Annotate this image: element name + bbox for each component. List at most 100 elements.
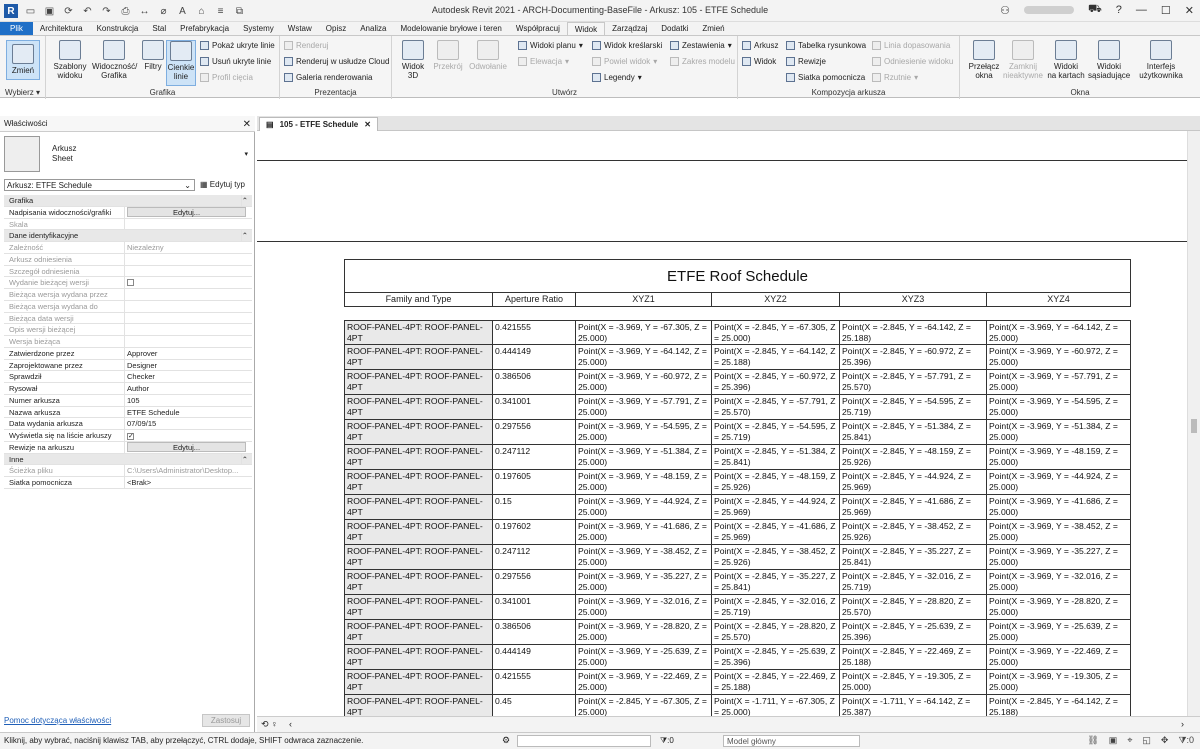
maximize-icon[interactable]: ☐ xyxy=(1161,4,1171,17)
schedule-cell[interactable]: Point(X = -3.969, Y = -25.639, Z = 25.00… xyxy=(576,645,712,669)
sheet-button[interactable]: Arkusz xyxy=(742,41,778,50)
schedule-cell[interactable]: Point(X = -3.969, Y = -60.972, Z = 25.00… xyxy=(987,345,1130,369)
guide-grid-button[interactable]: Siatka pomocnicza xyxy=(786,73,865,82)
user-account[interactable] xyxy=(1023,6,1074,14)
schedule-cell[interactable]: Point(X = -3.969, Y = -48.159, Z = 25.00… xyxy=(576,470,712,494)
schedule-cell[interactable]: ROOF-PANEL-4PT: ROOF-PANEL-4PT xyxy=(345,695,493,716)
schedule-cell[interactable]: 0.197602 xyxy=(493,520,576,544)
schedule-cell[interactable]: 0.247112 xyxy=(493,545,576,569)
schedule-cell[interactable]: Point(X = -2.845, Y = -28.820, Z = 25.57… xyxy=(840,595,987,619)
schedule-cell[interactable]: Point(X = -3.969, Y = -22.469, Z = 25.00… xyxy=(987,645,1130,669)
edit-type-button[interactable]: ▦ Edytuj typ xyxy=(200,179,245,191)
tab-11[interactable]: Widok xyxy=(566,22,606,35)
schedule-cell[interactable]: ROOF-PANEL-4PT: ROOF-PANEL-4PT xyxy=(345,620,493,644)
tab-9[interactable]: Modelowanie bryłowe i teren xyxy=(393,22,508,35)
schedule-table[interactable]: ETFE Roof Schedule Family and Type Apertu… xyxy=(344,259,1131,716)
schedule-cell[interactable]: ROOF-PANEL-4PT: ROOF-PANEL-4PT xyxy=(345,570,493,594)
close-icon[interactable]: ✕ xyxy=(1185,4,1194,17)
schedule-cell[interactable]: Point(X = -2.845, Y = -25.639, Z = 25.39… xyxy=(712,645,840,669)
schedule-cell[interactable]: Point(X = -3.969, Y = -32.016, Z = 25.00… xyxy=(987,570,1130,594)
drafting-view-button[interactable]: Widok kreślarski xyxy=(592,41,662,50)
schedule-cell[interactable]: Point(X = -2.845, Y = -51.384, Z = 25.84… xyxy=(712,445,840,469)
tab-views-button[interactable]: Widoki na kartach xyxy=(1046,40,1086,80)
schedule-cell[interactable]: Point(X = -3.969, Y = -32.016, Z = 25.00… xyxy=(576,595,712,619)
schedule-cell[interactable]: ROOF-PANEL-4PT: ROOF-PANEL-4PT xyxy=(345,520,493,544)
property-value[interactable]: Checker xyxy=(127,372,155,381)
schedule-row[interactable]: ROOF-PANEL-4PT: ROOF-PANEL-4PT 0.247112 Po… xyxy=(344,445,1131,470)
schedule-cell[interactable]: Point(X = -3.969, Y = -44.924, Z = 25.00… xyxy=(987,470,1130,494)
edit-button[interactable]: Edytuj... xyxy=(127,206,246,217)
tab-12[interactable]: Zarządzaj xyxy=(605,22,654,35)
schedule-cell[interactable]: 0.297556 xyxy=(493,570,576,594)
schedule-cell[interactable]: 0.386506 xyxy=(493,370,576,394)
scope-box-button[interactable]: Zakres modelu xyxy=(670,57,735,66)
instance-filter-select[interactable]: Arkusz: ETFE Schedule ⌄ xyxy=(4,179,195,191)
legends-button[interactable]: Legendy ▾ xyxy=(592,73,642,82)
schedule-cell[interactable]: ROOF-PANEL-4PT: ROOF-PANEL-4PT xyxy=(345,345,493,369)
schedule-cell[interactable]: 0.15 xyxy=(493,495,576,519)
tab-13[interactable]: Dodatki xyxy=(654,22,695,35)
category-label[interactable]: Dane identyfikacyjne xyxy=(4,230,242,241)
tab-0[interactable]: Plik xyxy=(0,22,33,35)
tab-10[interactable]: Współpracuj xyxy=(509,22,567,35)
schedule-cell[interactable]: Point(X = -2.845, Y = -54.595, Z = 25.71… xyxy=(712,420,840,444)
schedule-cell[interactable]: Point(X = -2.845, Y = -67.305, Z = 25.00… xyxy=(712,321,840,344)
schedule-cell[interactable]: Point(X = -2.845, Y = -60.972, Z = 25.39… xyxy=(712,370,840,394)
callout-button[interactable]: Odwołanie xyxy=(468,40,508,71)
schedule-header-cell[interactable]: XYZ3 xyxy=(840,293,987,306)
schedule-cell[interactable]: Point(X = -3.969, Y = -64.142, Z = 25.00… xyxy=(987,321,1130,344)
help-icon[interactable]: ? xyxy=(1116,4,1122,16)
schedule-cell[interactable]: 0.421555 xyxy=(493,670,576,694)
schedule-cell[interactable]: Point(X = -3.969, Y = -54.595, Z = 25.00… xyxy=(576,420,712,444)
schedule-row[interactable]: ROOF-PANEL-4PT: ROOF-PANEL-4PT 0.386506 Po… xyxy=(344,370,1131,395)
tab-5[interactable]: Systemy xyxy=(236,22,281,35)
schedule-cell[interactable]: Point(X = -2.845, Y = -57.791, Z = 25.57… xyxy=(712,395,840,419)
schedule-cell[interactable]: Point(X = -3.969, Y = -22.469, Z = 25.00… xyxy=(576,670,712,694)
property-value[interactable]: Approver xyxy=(127,349,157,358)
view-control-icon[interactable]: ⟲ ♀ xyxy=(261,719,278,730)
close-tab-icon[interactable]: ✕ xyxy=(364,118,371,131)
schedule-cell[interactable]: Point(X = -2.845, Y = -64.142, Z = 25.18… xyxy=(840,321,987,344)
schedule-row[interactable]: ROOF-PANEL-4PT: ROOF-PANEL-4PT 0.45 Point(… xyxy=(344,695,1131,716)
collapse-icon[interactable]: ⌃ xyxy=(242,195,252,206)
revisions-button[interactable]: Rewizje xyxy=(786,57,826,66)
schedule-cell[interactable]: Point(X = -2.845, Y = -19.305, Z = 25.00… xyxy=(840,670,987,694)
cart-icon[interactable]: ⛟ xyxy=(1088,3,1102,17)
tab-7[interactable]: Opisz xyxy=(319,22,353,35)
schedule-cell[interactable]: Point(X = -3.969, Y = -44.924, Z = 25.00… xyxy=(576,495,712,519)
schedule-cell[interactable]: Point(X = -3.969, Y = -35.227, Z = 25.00… xyxy=(576,570,712,594)
view-templates-button[interactable]: Szablony widoku xyxy=(52,40,88,80)
schedule-cell[interactable]: Point(X = -2.845, Y = -64.142, Z = 25.18… xyxy=(712,345,840,369)
scroll-left-icon[interactable]: ‹ xyxy=(289,719,292,729)
schedules-button[interactable]: Zestawienia ▾ xyxy=(670,41,732,50)
property-value[interactable]: Designer xyxy=(127,361,157,370)
schedule-cell[interactable]: Point(X = -3.969, Y = -64.142, Z = 25.00… xyxy=(576,345,712,369)
render-gallery-button[interactable]: Galeria renderowania xyxy=(284,73,373,82)
tab-1[interactable]: Architektura xyxy=(33,22,90,35)
schedule-cell[interactable]: 0.297556 xyxy=(493,420,576,444)
schedule-row[interactable]: ROOF-PANEL-4PT: ROOF-PANEL-4PT 0.15 Point(… xyxy=(344,495,1131,520)
category-label[interactable]: Grafika xyxy=(4,195,242,206)
schedule-cell[interactable]: ROOF-PANEL-4PT: ROOF-PANEL-4PT xyxy=(345,670,493,694)
tab-3[interactable]: Stal xyxy=(145,22,173,35)
schedule-cell[interactable]: 0.341001 xyxy=(493,395,576,419)
modify-button[interactable]: Zmień xyxy=(6,40,40,80)
property-value[interactable]: Niezależny xyxy=(127,243,164,252)
schedule-cell[interactable]: ROOF-PANEL-4PT: ROOF-PANEL-4PT xyxy=(345,545,493,569)
schedule-cell[interactable]: Point(X = -3.969, Y = -28.820, Z = 25.00… xyxy=(576,620,712,644)
remove-hidden-lines-button[interactable]: Usuń ukryte linie xyxy=(200,57,271,66)
group-label-select[interactable]: Wybierz ▾ xyxy=(0,88,45,97)
drag-elements-icon[interactable]: ✥ xyxy=(1161,735,1169,746)
property-value[interactable]: <Brak> xyxy=(127,478,151,487)
elevation-button[interactable]: Elewacja ▾ xyxy=(518,57,569,66)
view-reference-button[interactable]: Odniesienie widoku xyxy=(872,57,953,66)
property-value[interactable]: 105 xyxy=(127,396,140,405)
schedule-cell[interactable]: 0.444149 xyxy=(493,345,576,369)
schedule-cell[interactable]: Point(X = -1.711, Y = -67.305, Z = 25.00… xyxy=(712,695,840,716)
schedule-header-cell[interactable]: Aperture Ratio xyxy=(493,293,576,306)
workset-select[interactable] xyxy=(517,735,651,747)
3d-view-button[interactable]: Widok 3D xyxy=(398,40,428,80)
property-value[interactable]: C:\Users\Administrator\Desktop... xyxy=(127,466,238,475)
schedule-cell[interactable]: ROOF-PANEL-4PT: ROOF-PANEL-4PT xyxy=(345,495,493,519)
schedule-cell[interactable]: ROOF-PANEL-4PT: ROOF-PANEL-4PT xyxy=(345,370,493,394)
